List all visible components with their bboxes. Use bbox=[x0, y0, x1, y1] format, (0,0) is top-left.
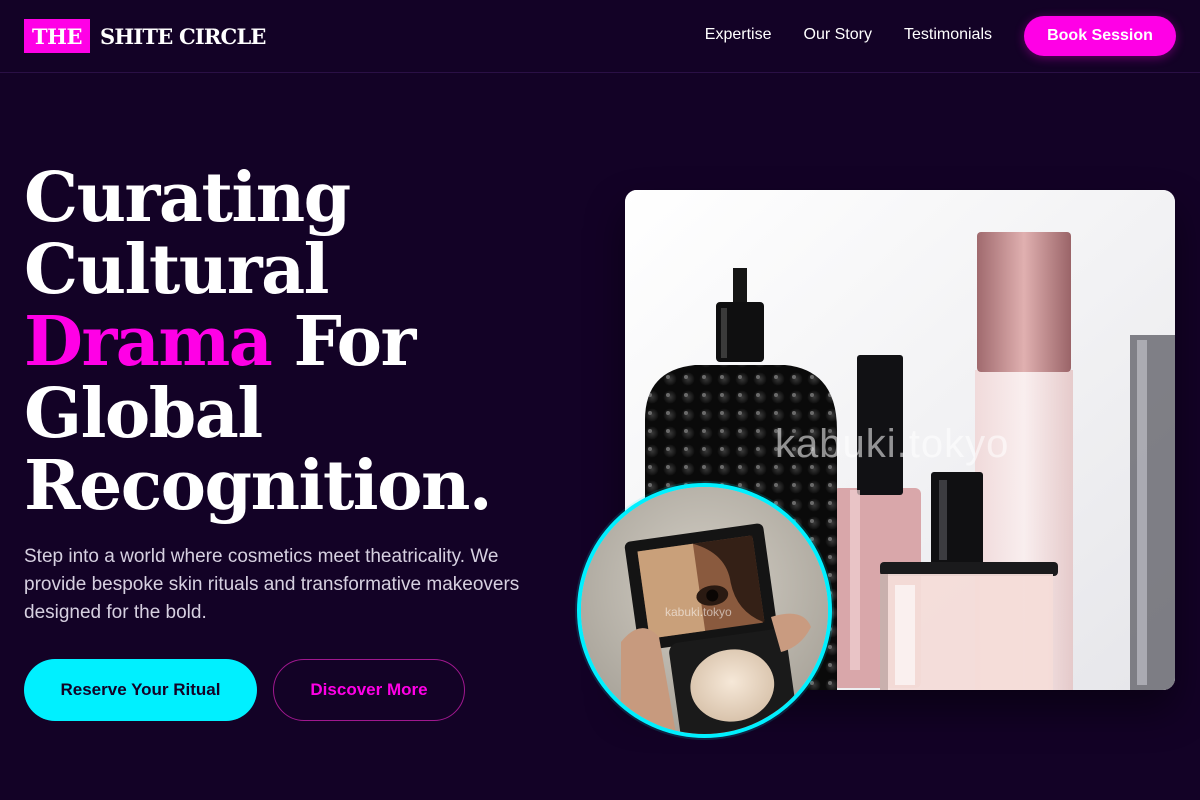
nav-link-our-story[interactable]: Our Story bbox=[804, 26, 872, 44]
reserve-ritual-button[interactable]: Reserve Your Ritual bbox=[24, 659, 257, 721]
headline-line-1: Curating bbox=[24, 158, 351, 238]
discover-more-button[interactable]: Discover More bbox=[273, 659, 465, 721]
compact-mirror-image: kabuki.tokyo bbox=[577, 483, 832, 738]
brand-logo[interactable]: THE SHITE CIRCLE bbox=[24, 19, 266, 53]
nav-links: Expertise Our Story Testimonials bbox=[705, 26, 992, 44]
circle-image-watermark: kabuki.tokyo bbox=[665, 605, 732, 619]
nav-link-testimonials[interactable]: Testimonials bbox=[904, 26, 992, 44]
hero-subtext: Step into a world where cosmetics meet t… bbox=[24, 546, 520, 623]
hero-headline: Curating Cultural Drama For Global Recog… bbox=[24, 162, 584, 522]
headline-line-3-rest: For bbox=[271, 302, 417, 382]
headline-line-2: Cultural bbox=[24, 230, 329, 310]
headline-line-4: Global bbox=[24, 374, 263, 454]
logo-text: SHITE CIRCLE bbox=[99, 23, 266, 49]
top-navigation: THE SHITE CIRCLE Expertise Our Story Tes… bbox=[0, 0, 1200, 73]
headline-line-5: Recognition. bbox=[24, 446, 493, 526]
headline-accent-word: Drama bbox=[24, 302, 273, 382]
logo-badge: THE bbox=[24, 19, 90, 53]
nav-link-expertise[interactable]: Expertise bbox=[705, 26, 772, 44]
image-watermark: kabuki.tokyo bbox=[775, 422, 1010, 466]
book-session-button[interactable]: Book Session bbox=[1024, 16, 1176, 56]
